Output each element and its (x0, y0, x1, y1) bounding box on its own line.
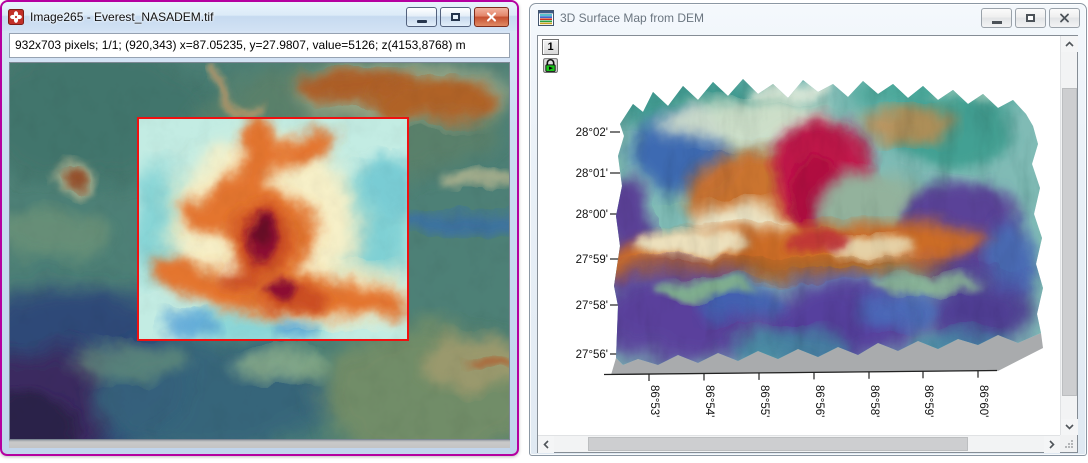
scroll-up-button[interactable] (1061, 36, 1078, 52)
close-icon (1059, 13, 1070, 23)
graph-page[interactable]: 28°02' 28°01' 28°00' 27°59' 27°58' 27°56… (537, 35, 1078, 453)
window-title: 3D Surface Map from DEM (560, 11, 704, 25)
scroll-down-button[interactable] (1061, 419, 1078, 435)
x-tick-label: 86°54' (703, 385, 715, 417)
window-title: Image265 - Everest_NASADEM.tif (30, 10, 213, 24)
horizontal-scrollbar[interactable] (538, 435, 1060, 452)
minimize-icon (992, 21, 1002, 24)
minimize-button[interactable] (406, 7, 437, 27)
vertical-scroll-thumb[interactable] (1062, 88, 1077, 396)
y-tick-label: 27°56' (576, 349, 608, 361)
restore-button[interactable] (1015, 8, 1046, 28)
x-tick-label: 86°53' (648, 385, 660, 417)
y-tick-label: 28°01' (576, 168, 608, 180)
restore-icon (1026, 14, 1035, 22)
minimize-button[interactable] (981, 8, 1012, 28)
minimize-icon (417, 20, 427, 23)
close-button[interactable] (1049, 8, 1080, 28)
green-lock-icon (542, 57, 559, 74)
horizontal-scroll-thumb[interactable] (588, 437, 968, 451)
dem-image (10, 63, 509, 439)
scroll-left-button[interactable] (538, 436, 554, 453)
chevron-right-icon (1049, 440, 1055, 449)
chevron-down-icon (1065, 424, 1074, 430)
close-button[interactable] (474, 7, 509, 27)
resize-grip[interactable] (1060, 435, 1077, 452)
origin-graph-window: 3D Surface Map from DEM (529, 3, 1087, 456)
desktop: Image265 - Everest_NASADEM.tif 932x703 p… (0, 0, 1088, 463)
y-tick-label: 27°59' (576, 254, 608, 266)
y-tick-label: 27°58' (576, 300, 608, 312)
origin-titlebar[interactable]: 3D Surface Map from DEM (530, 4, 1086, 32)
x-tick-label: 86°56' (813, 385, 825, 417)
chevron-up-icon (1065, 41, 1074, 47)
x-tick-label: 86°55' (758, 385, 770, 417)
graph-window-icon (538, 10, 554, 26)
lock-button[interactable] (542, 57, 559, 74)
surface-plot[interactable]: 28°02' 28°01' 28°00' 27°59' 27°58' 27°56… (538, 36, 1060, 435)
x-tick-label: 86°59' (922, 385, 934, 417)
canvas-bottom-strip (9, 440, 510, 448)
imagej-titlebar[interactable]: Image265 - Everest_NASADEM.tif (2, 2, 517, 31)
restore-button[interactable] (440, 7, 471, 27)
close-icon (486, 12, 497, 22)
y-axis-labels: 28°02' 28°01' 28°00' 27°59' 27°58' 27°56… (576, 127, 608, 361)
x-axis-labels: 86°53' 86°54' 86°55' 86°56' 86°58' 86°59… (648, 385, 989, 417)
status-bar: 932x703 pixels; 1/1; (920,343) x=87.0523… (9, 33, 510, 58)
dem-image-canvas[interactable] (9, 62, 510, 440)
grip-dots-icon (1065, 440, 1074, 449)
surface-coloring (587, 66, 1058, 386)
chevron-left-icon (543, 440, 549, 449)
y-tick-label: 28°00' (576, 209, 608, 221)
vertical-scrollbar[interactable] (1060, 36, 1077, 435)
imagej-image-window: Image265 - Everest_NASADEM.tif 932x703 p… (0, 0, 519, 456)
x-tick-label: 86°60' (977, 385, 989, 417)
layer-1-button[interactable]: 1 (542, 39, 559, 55)
imagej-app-icon (8, 9, 24, 25)
restore-icon (451, 13, 460, 21)
y-tick-label: 28°02' (576, 127, 608, 139)
x-tick-label: 86°58' (868, 385, 880, 417)
scroll-right-button[interactable] (1044, 436, 1060, 453)
